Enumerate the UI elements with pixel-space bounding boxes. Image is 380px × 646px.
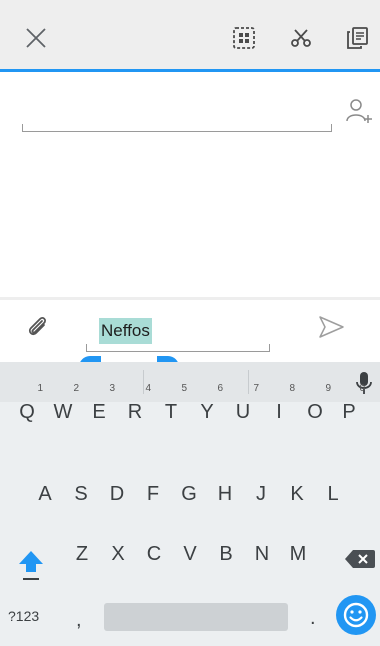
cut-button[interactable] <box>285 22 317 54</box>
close-icon <box>26 28 46 48</box>
key-label: C <box>146 543 162 565</box>
key-v[interactable]: V <box>175 537 205 571</box>
key-label: O <box>307 401 323 423</box>
key-j[interactable]: J <box>246 477 276 511</box>
key-label: R <box>127 401 143 423</box>
key-k[interactable]: K <box>282 477 312 511</box>
key-label: W <box>53 401 73 423</box>
key-label: Q <box>19 401 35 423</box>
key-d[interactable]: D <box>102 477 132 511</box>
add-contact-icon <box>346 99 372 123</box>
recipient-input[interactable] <box>22 124 332 132</box>
divider <box>0 297 380 300</box>
key-label: H <box>217 483 233 505</box>
key-x[interactable]: X <box>103 537 133 571</box>
key-label: J <box>256 483 266 505</box>
key-hint: 2 <box>73 383 79 394</box>
key-hint: 1 <box>37 383 43 394</box>
key-f[interactable]: F <box>138 477 168 511</box>
key-hint: 9 <box>325 383 331 394</box>
key-o[interactable]: O9 <box>300 383 331 429</box>
close-button[interactable] <box>20 22 52 54</box>
key-label: A <box>38 483 52 505</box>
backspace-key[interactable] <box>344 548 376 570</box>
key-m[interactable]: M <box>283 537 313 571</box>
key-y[interactable]: Y6 <box>192 383 223 429</box>
key-g[interactable]: G <box>174 477 204 511</box>
key-label: U <box>235 401 251 423</box>
send-button[interactable] <box>316 314 350 344</box>
emoji-key[interactable] <box>336 595 376 635</box>
copy-button[interactable] <box>341 22 373 54</box>
backspace-icon <box>345 550 375 568</box>
key-label: V <box>183 543 197 565</box>
symbols-key[interactable]: ?123 <box>8 606 39 626</box>
shift-arrow-icon <box>19 551 43 580</box>
key-label: Z <box>75 543 89 565</box>
select-all-button[interactable] <box>228 22 260 54</box>
key-p[interactable]: P0 <box>334 383 365 429</box>
key-label: L <box>327 483 339 505</box>
add-contact-button[interactable] <box>344 96 374 126</box>
selected-text: Neffos <box>99 318 152 344</box>
shift-key[interactable] <box>16 548 46 584</box>
key-label: M <box>289 543 307 565</box>
paperclip-icon <box>28 317 46 336</box>
select-all-icon <box>233 27 255 49</box>
key-b[interactable]: B <box>211 537 241 571</box>
key-label: X <box>111 543 125 565</box>
key-label: B <box>219 543 233 565</box>
key-label: F <box>146 483 160 505</box>
key-hint: 8 <box>289 383 295 394</box>
key-hint: 4 <box>145 383 151 394</box>
key-z[interactable]: Z <box>67 537 97 571</box>
key-label: K <box>290 483 304 505</box>
key-n[interactable]: N <box>247 537 277 571</box>
smiley-icon <box>343 602 369 628</box>
key-label: G <box>181 483 197 505</box>
key-hint: 6 <box>217 383 223 394</box>
space-key[interactable] <box>104 603 288 631</box>
key-hint: 0 <box>359 383 365 394</box>
suggestion-divider <box>143 370 144 394</box>
recipient-area <box>0 75 380 297</box>
keyboard: Q1W2E3R4T5Y6U7I8O9P0 ASDFGHJKL ZXCVBNM ?… <box>0 362 380 646</box>
key-t[interactable]: T5 <box>156 383 187 429</box>
comma-key[interactable]: , <box>76 610 82 630</box>
key-a[interactable]: A <box>30 477 60 511</box>
key-hint: 7 <box>253 383 259 394</box>
key-hint: 3 <box>109 383 115 394</box>
copy-icon <box>347 27 368 49</box>
key-s[interactable]: S <box>66 477 96 511</box>
key-w[interactable]: W2 <box>48 383 79 429</box>
send-icon <box>319 316 344 338</box>
key-label: N <box>254 543 270 565</box>
key-label: P <box>342 401 356 423</box>
key-label: T <box>164 401 178 423</box>
text-selection-toolbar <box>0 0 380 72</box>
key-r[interactable]: R4 <box>120 383 151 429</box>
attach-button[interactable] <box>24 314 56 346</box>
suggestion-divider <box>248 370 249 394</box>
period-key[interactable]: . <box>310 608 316 628</box>
scissors-icon <box>291 29 311 47</box>
key-c[interactable]: C <box>139 537 169 571</box>
key-label: I <box>276 401 282 423</box>
key-label: Y <box>200 401 214 423</box>
key-q[interactable]: Q1 <box>12 383 43 429</box>
key-h[interactable]: H <box>210 477 240 511</box>
key-i[interactable]: I8 <box>264 383 295 429</box>
key-label: S <box>74 483 88 505</box>
key-l[interactable]: L <box>318 477 348 511</box>
key-hint: 5 <box>181 383 187 394</box>
key-u[interactable]: U7 <box>228 383 259 429</box>
message-input[interactable]: Neffos <box>99 318 152 344</box>
key-label: E <box>92 401 106 423</box>
key-e[interactable]: E3 <box>84 383 115 429</box>
key-label: D <box>109 483 125 505</box>
